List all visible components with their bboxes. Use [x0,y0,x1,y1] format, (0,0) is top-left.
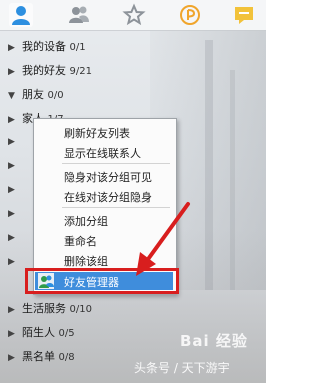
group-item[interactable]: ▶ 生活服务 0/10 [8,300,92,320]
expand-arrow-icon: ▶ [8,137,15,147]
expand-arrow-icon: ▶ [8,185,15,195]
expand-arrow-icon: ▶ [8,329,15,339]
expand-arrow-icon: ▶ [8,43,15,53]
star-icon [122,3,146,26]
source-caption: 头条号 / 天下游宇 [134,361,230,375]
menu-divider [62,163,170,164]
menu-item-show-online[interactable]: 显示在线联系人 [64,145,141,161]
group-item[interactable]: ▶ 我的设备 0/1 [8,38,86,58]
group-count: 0/5 [58,328,75,339]
background-scene [205,40,213,290]
group-item[interactable]: ▶ 我的好友 9/21 [8,62,92,82]
expand-arrow-icon: ▶ [8,233,15,243]
menu-item-add-group[interactable]: 添加分组 [64,213,108,229]
group-label: 陌生人 [22,326,55,339]
menu-item-invisible-visible[interactable]: 隐身对该分组可见 [64,169,152,185]
tab-contacts[interactable] [9,3,33,27]
expand-arrow-icon: ▶ [8,161,15,171]
group-count: 0/8 [58,352,75,363]
group-item[interactable]: ▶ 黑名单 0/8 [8,348,75,368]
expand-arrow-icon: ▶ [8,67,15,77]
background-scene [230,70,235,290]
expand-arrow-icon: ▶ [8,257,15,267]
expand-arrow-icon: ▶ [8,353,15,363]
group-count: 0/0 [47,90,64,101]
annotation-arrow-icon [136,202,190,276]
message-icon [235,7,253,24]
group-label: 我的好友 [22,64,66,77]
group-item[interactable]: ▶ [8,206,22,226]
expand-arrow-icon: ▶ [8,115,15,125]
group-item[interactable]: ▶ [8,230,22,250]
group-label: 黑名单 [22,350,55,363]
group-item[interactable]: ▶ [8,158,22,178]
tab-groups[interactable] [67,3,91,27]
group-item[interactable]: ▼ 朋友 0/0 [8,86,64,106]
group-label: 朋友 [22,88,44,101]
menu-item-delete-group[interactable]: 删除该组 [64,253,108,269]
group-item[interactable]: ▶ [8,134,22,154]
group-item[interactable]: ▶ 陌生人 0/5 [8,324,75,344]
group-count: 9/21 [69,66,92,77]
group-count: 0/10 [69,304,92,315]
group-item[interactable]: ▶ [8,254,22,274]
menu-item-refresh[interactable]: 刷新好友列表 [64,125,130,141]
group-icon [69,6,89,23]
group-item[interactable]: ▶ [8,182,22,202]
qzone-icon [180,5,200,25]
expand-arrow-icon: ▶ [8,305,15,315]
menu-item-rename[interactable]: 重命名 [64,233,97,249]
qq-main-panel: ▶我的设备 0/1 ▶我的好友 9/21 ▼朋友 0/0 ▶家人 1/7 ▶ ▶… [0,0,266,383]
collapse-arrow-icon: ▼ [8,91,15,101]
group-label: 生活服务 [22,302,66,315]
expand-arrow-icon: ▶ [8,209,15,219]
group-count: 0/1 [69,42,86,53]
tab-favorites[interactable] [122,3,146,27]
baidu-watermark: Bai 经验 [180,332,248,350]
group-label: 我的设备 [22,40,66,53]
tab-bar [0,0,266,31]
contact-icon [12,6,30,25]
tab-qzone[interactable] [178,3,202,27]
tab-messages[interactable] [232,3,256,27]
